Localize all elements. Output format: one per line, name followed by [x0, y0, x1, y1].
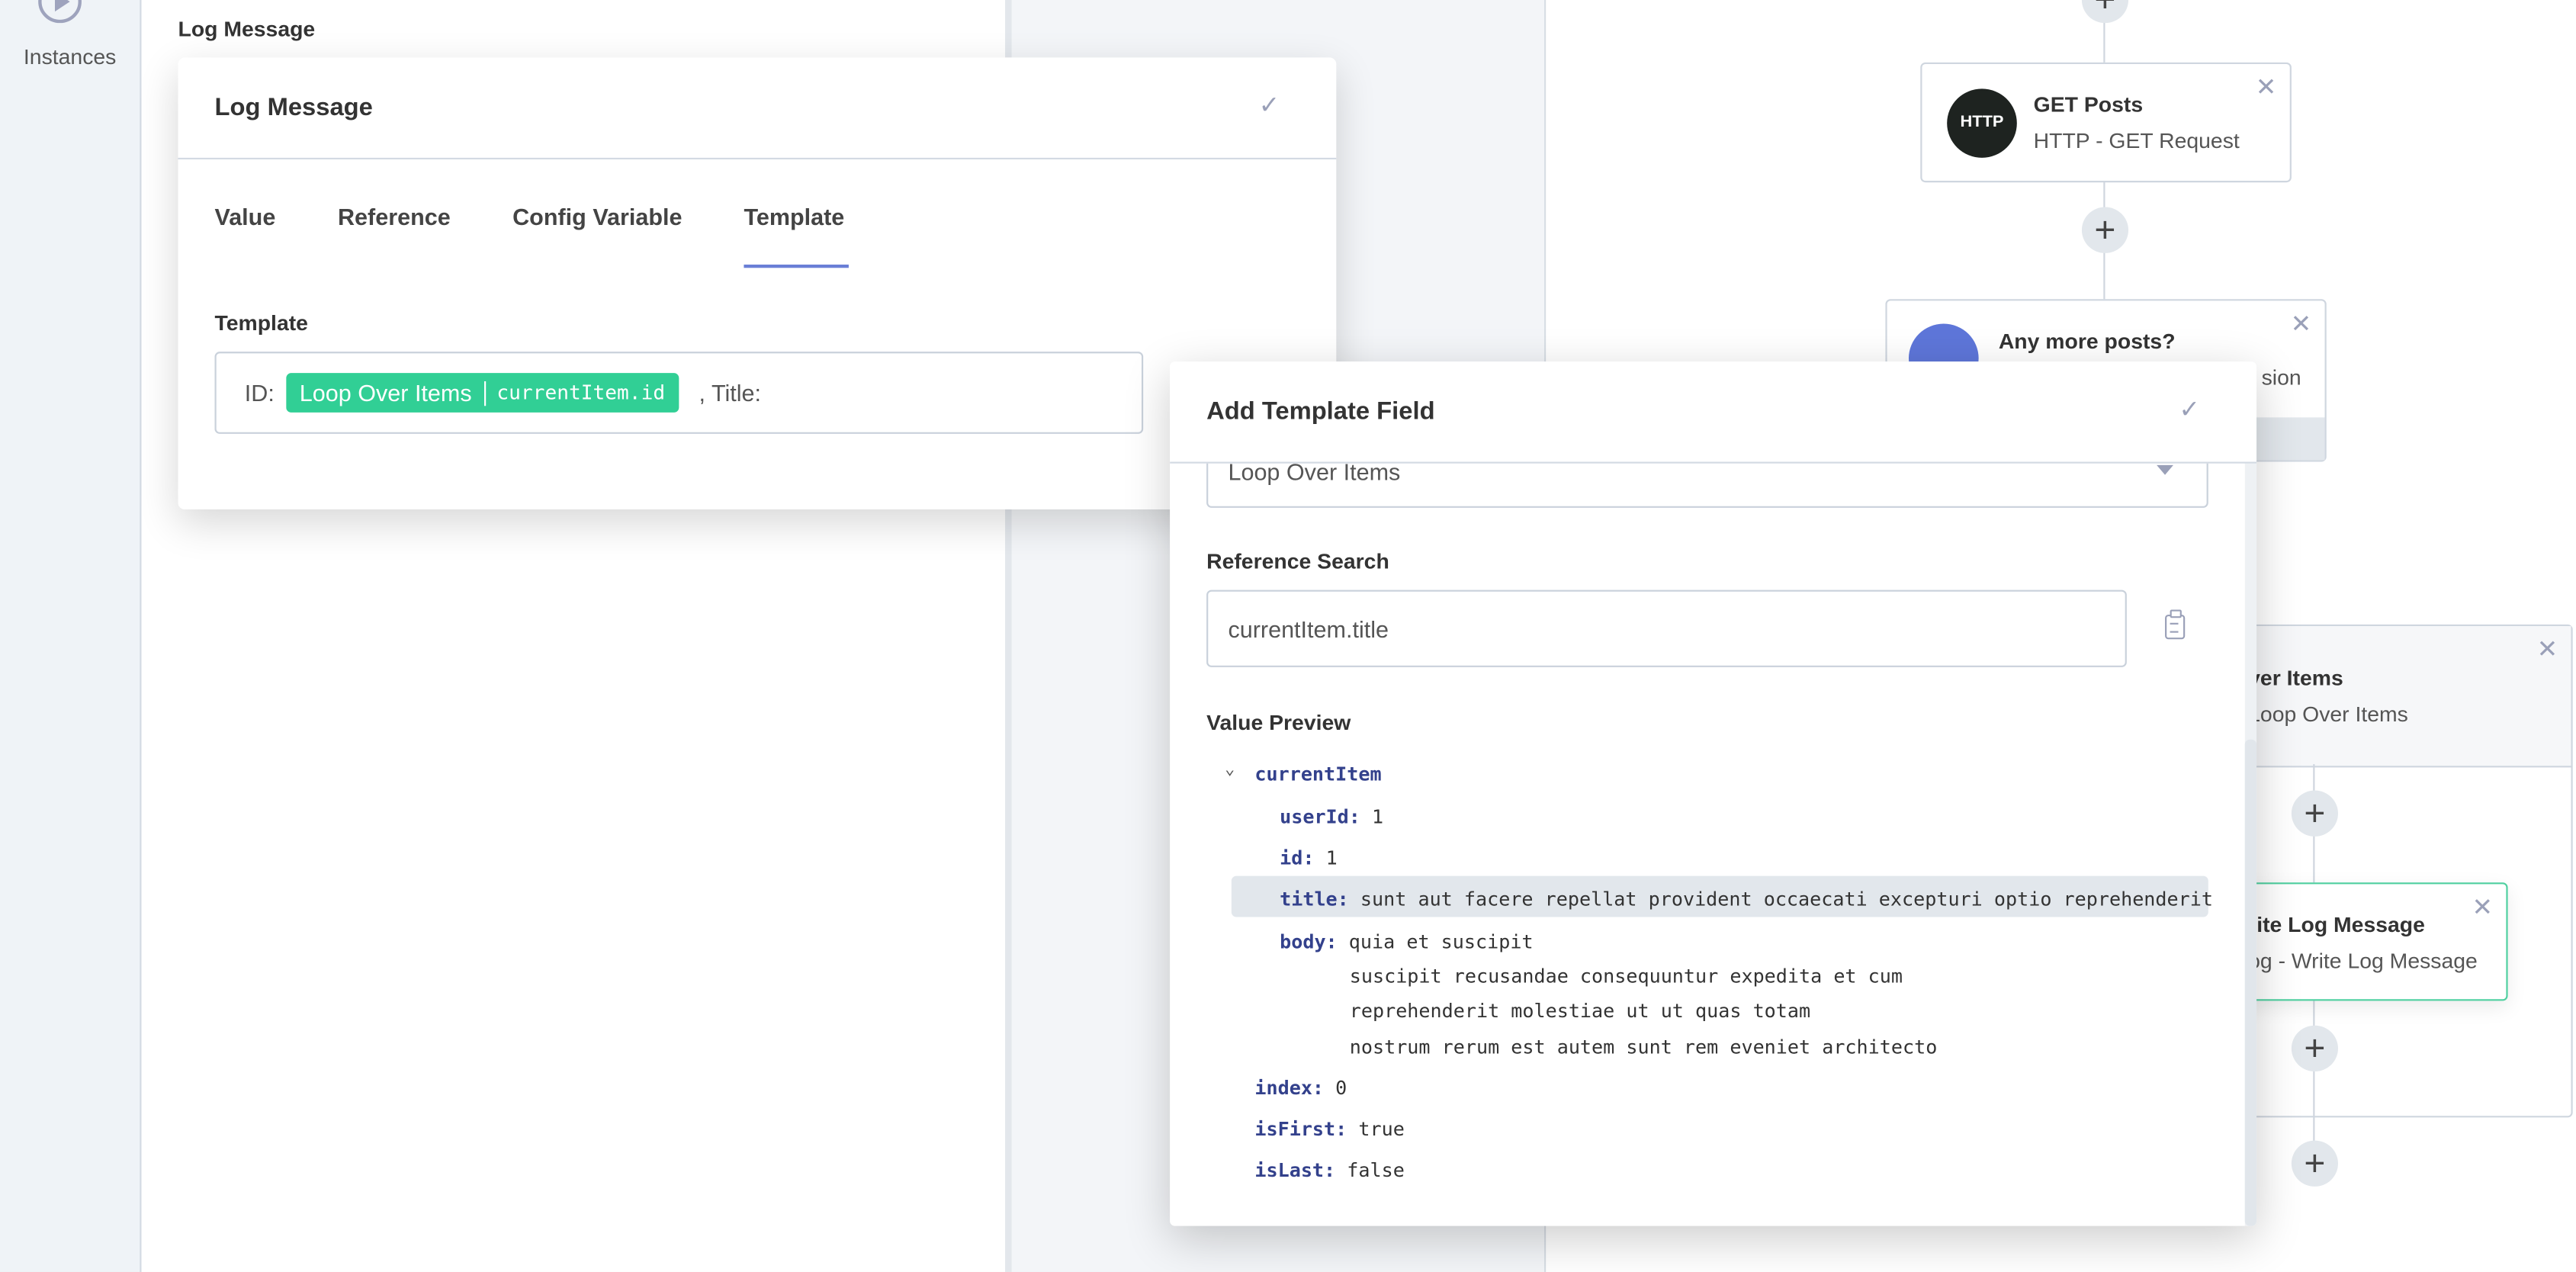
add-step-button[interactable]: +	[2291, 1140, 2338, 1187]
add-step-button[interactable]: +	[2291, 1025, 2338, 1072]
tree-key: title:	[1280, 887, 1349, 911]
tree-key: id:	[1280, 846, 1315, 869]
value-preview-label: Value Preview	[1206, 709, 1351, 735]
node-title: Any more posts?	[1998, 329, 2176, 354]
close-icon[interactable]: ✕	[2291, 309, 2311, 339]
template-text: , Title:	[699, 379, 762, 406]
connector-line	[2313, 999, 2315, 1164]
add-template-field-dialog: Loop Over Items Add Template Field ✓ Ref…	[1170, 361, 2257, 1226]
close-icon[interactable]: ✕	[2472, 892, 2492, 922]
template-reference-chip[interactable]: Loop Over Items currentItem.id	[286, 373, 679, 413]
dialog-header: Log Message ✓	[178, 57, 1337, 160]
tree-value: false	[1347, 1158, 1405, 1182]
template-text: ID:	[244, 379, 275, 406]
node-subtitle: og - Write Log Message	[2248, 948, 2478, 973]
flow-node-get-posts[interactable]: HTTP GET Posts HTTP - GET Request ✕	[1920, 62, 2292, 183]
log-message-dialog: Log Message ✓ Value Reference Config Var…	[178, 57, 1337, 510]
active-tab-indicator	[744, 264, 849, 268]
tree-value: quia et suscipit	[1348, 930, 1534, 953]
tree-value-continuation: nostrum rerum est autem sunt rem eveniet…	[1349, 1035, 1938, 1058]
node-title: rite Log Message	[2248, 912, 2425, 937]
chip-source: Loop Over Items	[299, 379, 472, 406]
close-icon[interactable]: ✕	[2537, 634, 2558, 664]
add-step-button[interactable]: +	[2081, 207, 2129, 253]
tree-value: true	[1358, 1117, 1405, 1141]
tree-value: 0	[1335, 1076, 1347, 1100]
node-title: GET Posts	[2033, 92, 2144, 117]
tree-row[interactable]: title: sunt aut facere repellat providen…	[1280, 888, 2213, 911]
check-icon[interactable]: ✓	[2179, 394, 2199, 424]
template-input[interactable]: ID: Loop Over Items currentItem.id , Tit…	[214, 352, 1144, 434]
http-icon: HTTP	[1947, 88, 2017, 158]
node-subtitle: sion	[2261, 365, 2301, 390]
tree-value: 1	[1372, 805, 1384, 829]
chip-path: currentItem.id	[496, 381, 666, 405]
tab-value[interactable]: Value	[215, 204, 276, 230]
tree-key: isLast:	[1254, 1158, 1336, 1182]
tree-value: sunt aut facere repellat provident occae…	[1360, 887, 2213, 911]
reference-search-label: Reference Search	[1206, 548, 1389, 574]
clipboard-icon[interactable]	[2165, 609, 2186, 640]
tree-value-continuation: suscipit recusandae consequuntur expedit…	[1349, 964, 1903, 988]
sidebar: Instances	[0, 0, 142, 1272]
chip-separator	[483, 380, 486, 406]
node-subtitle: HTTP - GET Request	[2033, 128, 2240, 153]
tree-key: index:	[1254, 1076, 1325, 1100]
reference-search-input[interactable]: currentItem.title	[1206, 589, 2127, 667]
tree-row[interactable]: index: 0	[1254, 1077, 1347, 1100]
tree-value-continuation: reprehenderit molestiae ut ut quas totam	[1349, 999, 1811, 1023]
reference-search-value: currentItem.title	[1228, 616, 1389, 643]
tab-reference[interactable]: Reference	[338, 204, 451, 230]
chevron-down-icon[interactable]: ⌄	[1225, 761, 1235, 779]
node-subtitle: Loop Over Items	[2248, 702, 2408, 727]
tree-row[interactable]: body: quia et suscipit	[1280, 930, 1533, 953]
close-icon[interactable]: ✕	[2256, 72, 2276, 102]
tree-row[interactable]: isLast: false	[1254, 1158, 1404, 1181]
tree-value: 1	[1325, 846, 1338, 869]
check-icon[interactable]: ✓	[1259, 91, 1280, 120]
tree-key: body:	[1280, 930, 1338, 953]
play-circle-icon[interactable]	[38, 0, 82, 24]
tree-row[interactable]: userId: 1	[1280, 805, 1383, 828]
template-label: Template	[214, 310, 308, 336]
config-panel-title: Log Message	[178, 16, 316, 41]
tree-key: isFirst:	[1254, 1117, 1347, 1141]
scrollbar-thumb[interactable]	[2244, 739, 2257, 1226]
tab-template[interactable]: Template	[744, 204, 844, 230]
node-title: ver Items	[2248, 665, 2343, 691]
dialog-title: Add Template Field	[1206, 397, 1435, 426]
tab-config-variable[interactable]: Config Variable	[512, 204, 682, 230]
sidebar-item-instances[interactable]: Instances	[0, 44, 140, 69]
caret-down-icon	[2157, 464, 2173, 475]
tree-key[interactable]: currentItem	[1254, 763, 1381, 785]
add-step-button[interactable]: +	[2291, 790, 2338, 837]
dialog-title: Log Message	[214, 93, 373, 122]
tree-row[interactable]: id: 1	[1280, 846, 1338, 869]
dialog-header: Add Template Field ✓	[1170, 361, 2257, 464]
tree-key: userId:	[1280, 805, 1360, 829]
tree-row[interactable]: isFirst: true	[1254, 1117, 1404, 1140]
